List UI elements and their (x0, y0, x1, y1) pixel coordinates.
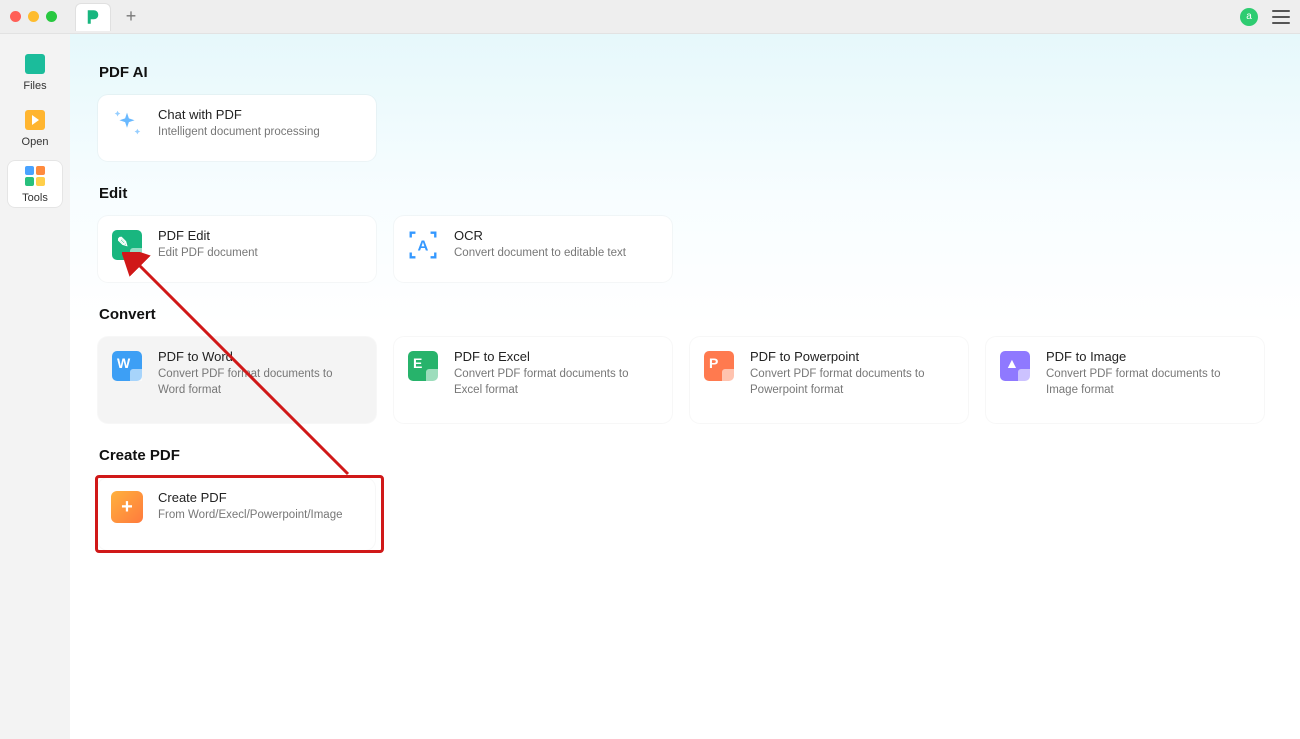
svg-text:A: A (418, 238, 429, 255)
pdf-edit-icon: ✎ (110, 228, 144, 262)
card-title: OCR (454, 228, 626, 243)
card-title: PDF Edit (158, 228, 258, 243)
card-pdf-edit[interactable]: ✎ PDF Edit Edit PDF document (98, 216, 376, 282)
powerpoint-icon: P (702, 349, 736, 383)
close-window[interactable] (10, 11, 21, 22)
files-icon (25, 54, 45, 74)
sidebar-item-label: Open (22, 136, 49, 148)
card-title: Chat with PDF (158, 107, 320, 122)
image-icon: ▲ (998, 349, 1032, 383)
minimize-window[interactable] (28, 11, 39, 22)
tools-icon (25, 166, 45, 186)
ocr-icon: A (406, 228, 440, 262)
card-title: PDF to Powerpoint (750, 349, 954, 364)
card-desc: Convert document to editable text (454, 246, 626, 262)
window-controls (10, 11, 57, 22)
section-title-pdf-ai: PDF AI (99, 64, 1272, 81)
card-desc: From Word/Execl/Powerpoint/Image (158, 508, 343, 524)
sidebar-item-tools[interactable]: Tools (7, 160, 63, 208)
sidebar-item-open[interactable]: Open (7, 104, 63, 152)
open-icon (25, 110, 45, 130)
tab-strip: + (75, 3, 143, 31)
sidebar-item-label: Files (23, 80, 46, 92)
sparkle-icon (110, 107, 144, 141)
card-desc: Convert PDF format documents to Powerpoi… (750, 367, 954, 398)
content-area: PDF AI Chat with PDF Intelligent documen… (70, 34, 1300, 739)
card-desc: Convert PDF format documents to Image fo… (1046, 367, 1250, 398)
card-title: Create PDF (158, 490, 343, 505)
card-pdf-to-image[interactable]: ▲ PDF to Image Convert PDF format docume… (986, 337, 1264, 423)
card-create-pdf[interactable]: + Create PDF From Word/Execl/Powerpoint/… (98, 478, 375, 550)
card-ocr[interactable]: A OCR Convert document to editable text (394, 216, 672, 282)
section-title-edit: Edit (99, 185, 1272, 202)
section-title-convert: Convert (99, 306, 1272, 323)
card-title: PDF to Word (158, 349, 362, 364)
app-home-tab[interactable] (75, 3, 111, 31)
card-pdf-to-powerpoint[interactable]: P PDF to Powerpoint Convert PDF format d… (690, 337, 968, 423)
sidebar-item-label: Tools (22, 192, 48, 204)
sidebar-item-files[interactable]: Files (7, 48, 63, 96)
new-tab-button[interactable]: + (119, 5, 143, 29)
titlebar: + a (0, 0, 1300, 34)
user-avatar[interactable]: a (1240, 8, 1258, 26)
card-chat-with-pdf[interactable]: Chat with PDF Intelligent document proce… (98, 95, 376, 161)
word-icon: W (110, 349, 144, 383)
card-desc: Convert PDF format documents to Word for… (158, 367, 362, 398)
sidebar: Files Open Tools (0, 34, 70, 739)
excel-icon: E (406, 349, 440, 383)
create-pdf-icon: + (110, 490, 144, 524)
maximize-window[interactable] (46, 11, 57, 22)
card-pdf-to-word[interactable]: W PDF to Word Convert PDF format documen… (98, 337, 376, 423)
card-desc: Edit PDF document (158, 246, 258, 262)
app-logo-icon (84, 8, 102, 26)
card-title: PDF to Excel (454, 349, 658, 364)
card-desc: Intelligent document processing (158, 125, 320, 141)
card-desc: Convert PDF format documents to Excel fo… (454, 367, 658, 398)
menu-button[interactable] (1272, 10, 1290, 24)
titlebar-right: a (1240, 8, 1290, 26)
section-title-create: Create PDF (99, 447, 1272, 464)
card-pdf-to-excel[interactable]: E PDF to Excel Convert PDF format docume… (394, 337, 672, 423)
card-title: PDF to Image (1046, 349, 1250, 364)
